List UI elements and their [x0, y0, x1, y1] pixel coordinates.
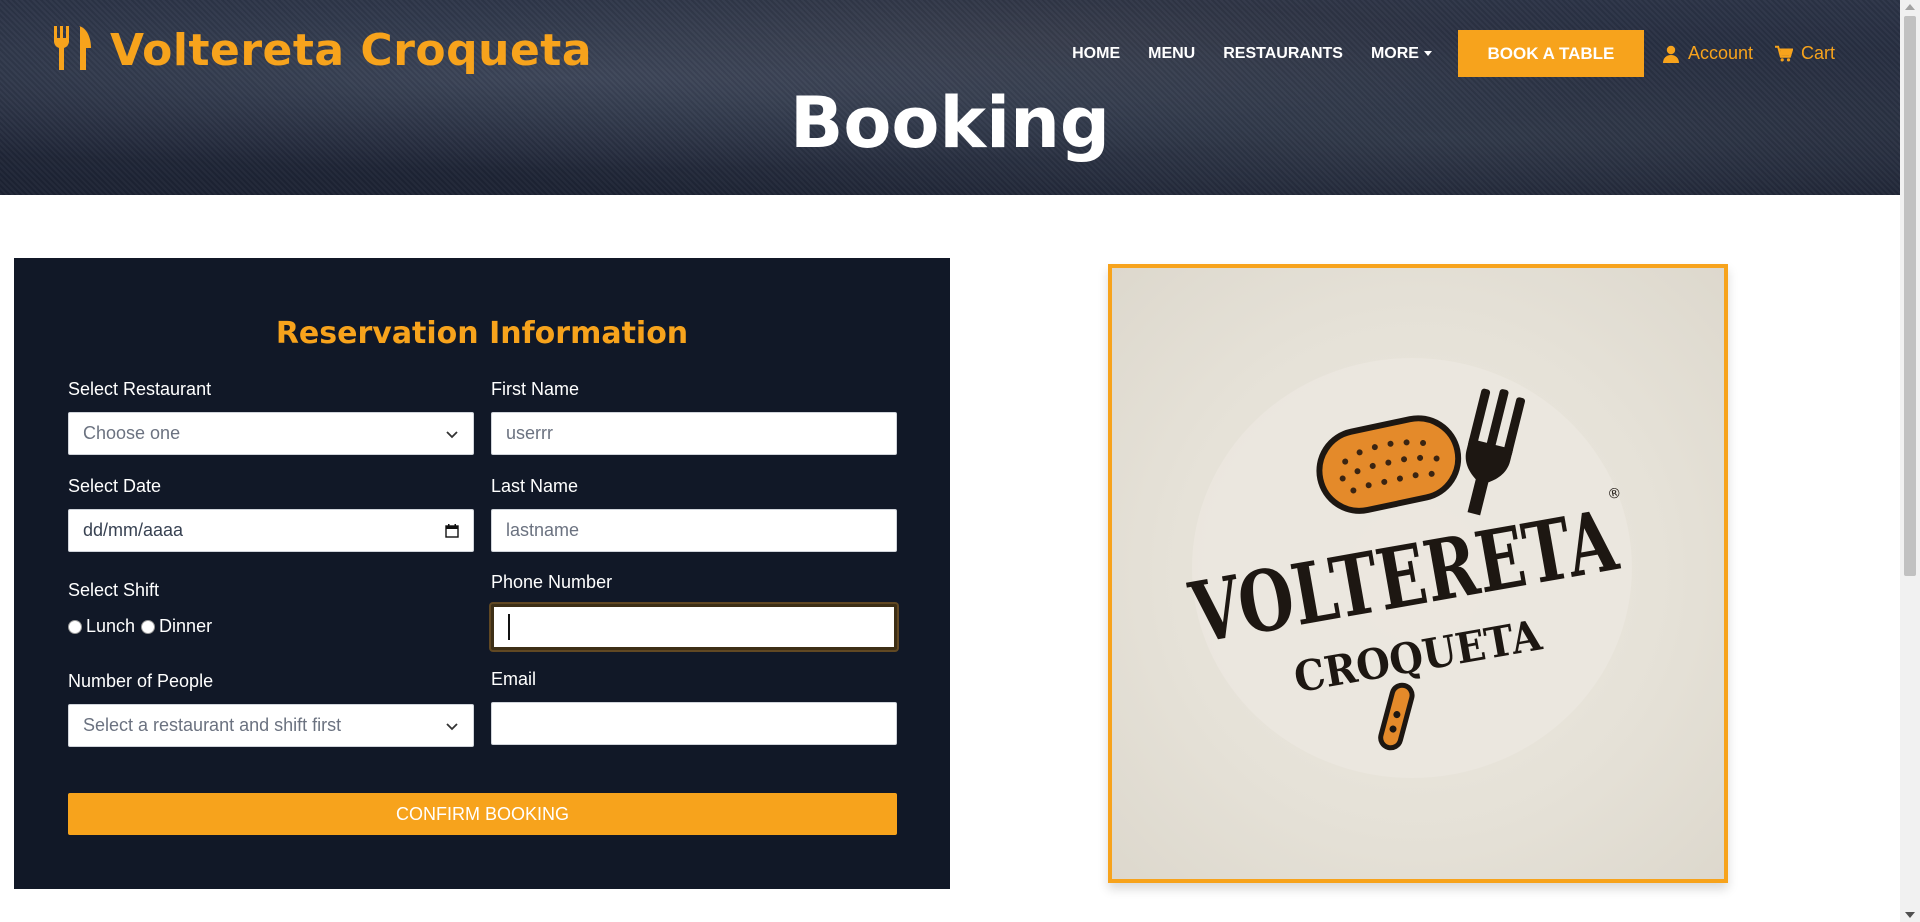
- header-hero: Voltereta Croqueta HOME MENU RESTAURANTS…: [0, 0, 1900, 195]
- date-input-value: dd/mm/aaaa: [83, 520, 184, 540]
- date-label: Select Date: [68, 476, 162, 496]
- restaurant-label: Select Restaurant: [68, 379, 212, 399]
- chevron-down-icon: [446, 430, 458, 438]
- phone-label: Phone Number: [491, 572, 613, 592]
- dinner-radio-label[interactable]: Dinner: [159, 616, 212, 637]
- page-title: Booking: [789, 82, 1111, 164]
- restaurant-select-value: Choose one: [83, 423, 181, 443]
- chevron-down-icon: [446, 722, 458, 730]
- people-label: Number of People: [68, 671, 214, 691]
- restaurant-select[interactable]: Choose one: [68, 412, 474, 455]
- main-nav: HOME MENU RESTAURANTS MORE BOOK A TABLE …: [1072, 30, 1835, 77]
- nav-more-dropdown[interactable]: MORE: [1371, 45, 1432, 63]
- form-title: Reservation Information: [275, 316, 689, 351]
- brand[interactable]: Voltereta Croqueta: [52, 24, 592, 77]
- nav-home-link[interactable]: HOME: [1072, 45, 1120, 63]
- text-cursor: [508, 614, 510, 640]
- shift-radio-group: Lunch Dinner: [68, 616, 212, 637]
- registered-mark: ®: [1606, 485, 1623, 503]
- scroll-down-icon[interactable]: [1905, 912, 1915, 918]
- people-select[interactable]: Select a restaurant and shift first: [68, 704, 474, 747]
- last-name-input[interactable]: lastname: [491, 509, 897, 552]
- last-name-value: lastname: [506, 520, 580, 540]
- account-link[interactable]: Account: [1662, 43, 1753, 64]
- account-label: Account: [1687, 43, 1753, 63]
- page: Voltereta Croqueta HOME MENU RESTAURANTS…: [0, 0, 1920, 922]
- first-name-label: First Name: [491, 379, 580, 399]
- book-table-button[interactable]: BOOK A TABLE: [1457, 30, 1644, 77]
- cart-label: Cart: [1800, 43, 1835, 63]
- reservation-form: Reservation Information Select Restauran…: [14, 258, 950, 889]
- fork-knife-icon: [52, 24, 94, 77]
- lunch-radio[interactable]: [68, 619, 82, 634]
- lunch-radio-label[interactable]: Lunch: [86, 616, 135, 637]
- brand-name: Voltereta Croqueta: [110, 25, 593, 76]
- user-icon: [1662, 45, 1679, 63]
- nav-restaurants-link[interactable]: RESTAURANTS: [1223, 45, 1343, 63]
- caret-down-icon: [1423, 51, 1432, 56]
- dinner-radio[interactable]: [141, 619, 156, 634]
- shift-label: Select Shift: [68, 580, 160, 600]
- confirm-booking-button[interactable]: CONFIRM BOOKING: [68, 793, 897, 835]
- cart-icon: [1774, 45, 1793, 61]
- cart-link[interactable]: Cart: [1774, 43, 1835, 64]
- email-input[interactable]: [491, 702, 897, 745]
- phone-input[interactable]: [491, 604, 897, 650]
- first-name-input[interactable]: userrr: [491, 412, 897, 455]
- croqueta-logo-graphic: VOLTERETA ® CROQUETA: [1183, 358, 1632, 778]
- people-select-value: Select a restaurant and shift first: [83, 715, 342, 735]
- first-name-value: userrr: [506, 423, 554, 443]
- nav-menu-link[interactable]: MENU: [1148, 45, 1195, 63]
- restaurant-logo-image: VOLTERETA ® CROQUETA: [1108, 264, 1728, 883]
- scroll-up-icon[interactable]: [1905, 4, 1915, 10]
- vertical-scrollbar[interactable]: [1900, 0, 1920, 922]
- scroll-thumb[interactable]: [1904, 16, 1916, 576]
- last-name-label: Last Name: [491, 476, 579, 496]
- nav-more-label: MORE: [1370, 44, 1419, 62]
- email-label: Email: [491, 669, 537, 689]
- date-input[interactable]: dd/mm/aaaa: [68, 509, 474, 552]
- calendar-icon[interactable]: [445, 523, 459, 538]
